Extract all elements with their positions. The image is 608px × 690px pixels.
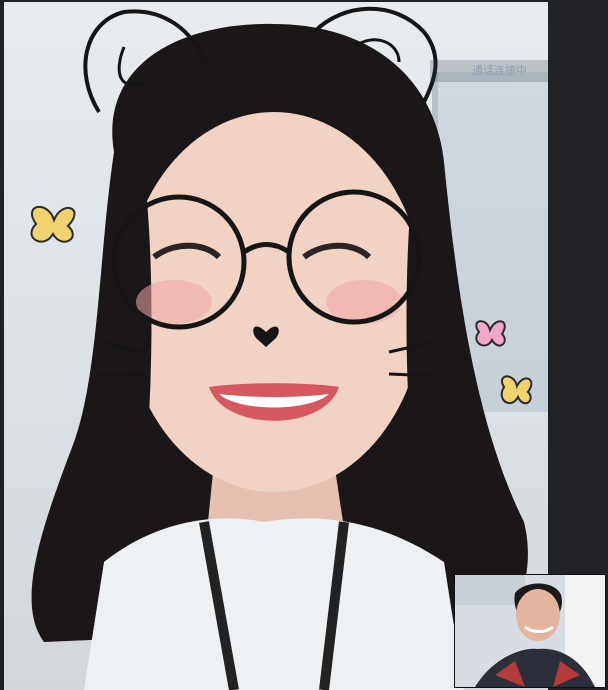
call-status-text: 通话连接中 (472, 65, 527, 77)
whiskers-icon (95, 340, 438, 378)
butterfly-icon (500, 375, 533, 405)
round-glasses-icon (111, 189, 422, 330)
local-video-preview[interactable] (454, 574, 606, 688)
local-person (455, 575, 605, 687)
butterfly-icon (30, 205, 76, 243)
cat-ears-icon (83, 6, 438, 114)
heart-nose-icon (253, 326, 279, 347)
butterfly-icon (475, 320, 506, 347)
